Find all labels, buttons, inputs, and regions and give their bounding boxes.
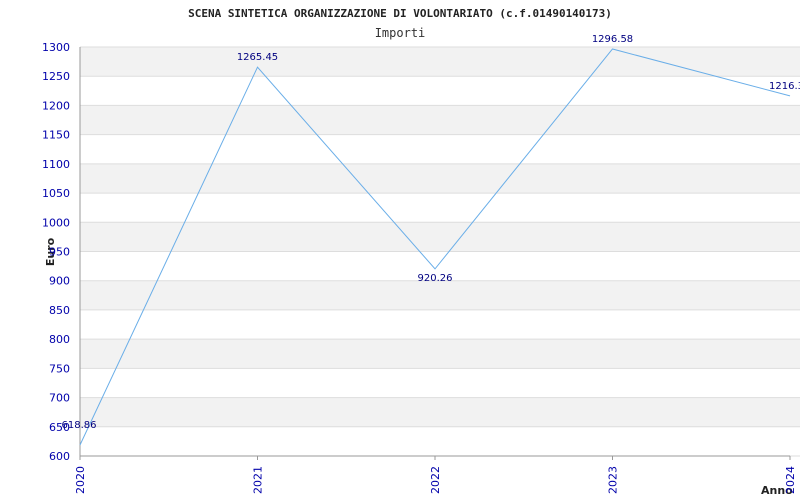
data-label: 1296.58: [592, 34, 633, 45]
y-tick-label: 850: [49, 304, 70, 317]
y-tick-label: 1200: [42, 99, 70, 112]
data-label: 1265.45: [237, 52, 278, 63]
y-tick-label: 1150: [42, 129, 70, 142]
grid-band: [80, 397, 800, 427]
x-tick-label: 2021: [252, 466, 265, 494]
x-tick-label: 2024: [784, 466, 797, 494]
x-tick-labels: 2020 2021 2022 2023 2024: [74, 466, 797, 494]
grid-band: [80, 222, 800, 252]
y-tick-label: 600: [49, 450, 70, 463]
line-chart: SCENA SINTETICA ORGANIZZAZIONE DI VOLONT…: [42, 7, 800, 497]
y-tick-label: 750: [49, 362, 70, 375]
x-tick-label: 2023: [607, 466, 620, 494]
y-tick-label: 800: [49, 333, 70, 346]
y-tick-label: 1100: [42, 158, 70, 171]
y-tick-label: 1250: [42, 70, 70, 83]
grid-band: [80, 280, 800, 310]
grid-band: [80, 163, 800, 194]
grid-bands: [80, 47, 800, 427]
chart-subtitle: Importi: [375, 26, 426, 40]
data-label: 920.26: [418, 273, 453, 284]
y-tick-label: 1000: [42, 216, 70, 229]
chart-title: SCENA SINTETICA ORGANIZZAZIONE DI VOLONT…: [188, 7, 612, 20]
grid-band: [80, 47, 800, 77]
data-label: 1216.3: [769, 81, 800, 92]
y-tick-label: 1300: [42, 41, 70, 54]
x-tick-label: 2022: [429, 466, 442, 494]
grid-band: [80, 105, 800, 135]
data-label: 618.86: [62, 420, 97, 431]
y-tick-label: 900: [49, 275, 70, 288]
grid-band: [80, 339, 800, 369]
x-tick-label: 2020: [74, 466, 87, 494]
y-tick-label: 1050: [42, 187, 70, 200]
y-tick-label: 700: [49, 392, 70, 405]
y-tick-label: 950: [49, 246, 70, 259]
